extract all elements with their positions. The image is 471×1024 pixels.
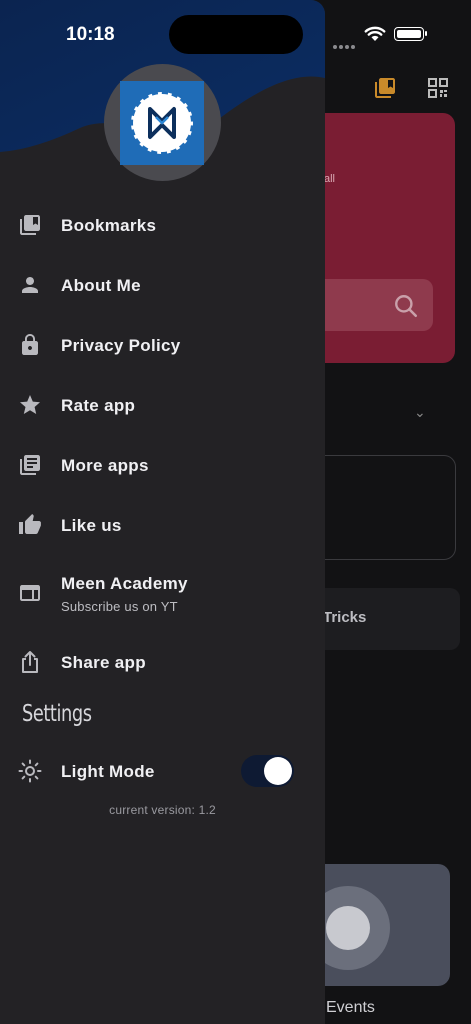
menu-item-meen-academy[interactable]: Meen Academy Subscribe us on YT [0,556,325,626]
status-bar: 10:18 [0,0,471,70]
menu-item-label: More apps [61,456,149,475]
light-mode-label: Light Mode [61,762,155,781]
events-logo [326,906,370,950]
lock-icon [22,334,38,355]
light-mode-toggle[interactable] [241,755,294,787]
app-version: current version: 1.2 [109,803,216,817]
menu-item-privacy-policy[interactable]: Privacy Policy [0,316,325,372]
menu-item-label: Rate app [61,396,136,415]
menu-item-label: Like us [61,516,122,535]
settings-heading: Settings [22,701,92,727]
web-window-icon [20,585,40,601]
logo-mark-icon [148,107,176,139]
menu-item-share-app[interactable]: Share app [0,633,325,689]
menu-item-label: About Me [61,276,141,295]
status-time: 10:18 [66,24,115,45]
star-icon [20,395,40,414]
menu-item-sublabel: Subscribe us on YT [61,599,178,614]
qr-code-icon[interactable] [428,78,448,98]
menu-item-bookmarks[interactable]: Bookmarks [0,196,325,252]
battery-icon [394,27,427,41]
menu-item-more-apps[interactable]: More apps [0,436,325,492]
bookmarks-icon [20,215,40,235]
chevron-down-icon: ⌄ [414,404,426,420]
bookmarks-icon[interactable] [372,76,398,100]
banner-text: all [324,173,336,185]
dynamic-island [169,15,303,54]
search-icon [395,295,418,318]
navigation-drawer: Bookmarks About Me Privacy Policy Rate a… [0,0,325,1024]
signal-icon [333,36,357,49]
menu-item-label: Share app [61,653,146,672]
sun-icon [18,759,42,783]
events-label: Events [326,999,375,1016]
menu-item-about-me[interactable]: About Me [0,256,325,312]
menu-item-label: Meen Academy [61,574,188,593]
wifi-icon [364,26,386,41]
library-books-icon [20,455,40,475]
menu-item-rate-app[interactable]: Rate app [0,376,325,432]
menu-item-label: Privacy Policy [61,336,181,355]
person-icon [22,277,38,293]
menu-item-like-us[interactable]: Like us [0,496,325,552]
thumb-up-icon [19,514,41,534]
app-logo [120,81,204,165]
menu-item-label: Bookmarks [61,216,157,235]
toggle-knob [264,757,292,785]
share-icon [22,651,38,673]
tricks-label: Tricks [323,609,367,626]
